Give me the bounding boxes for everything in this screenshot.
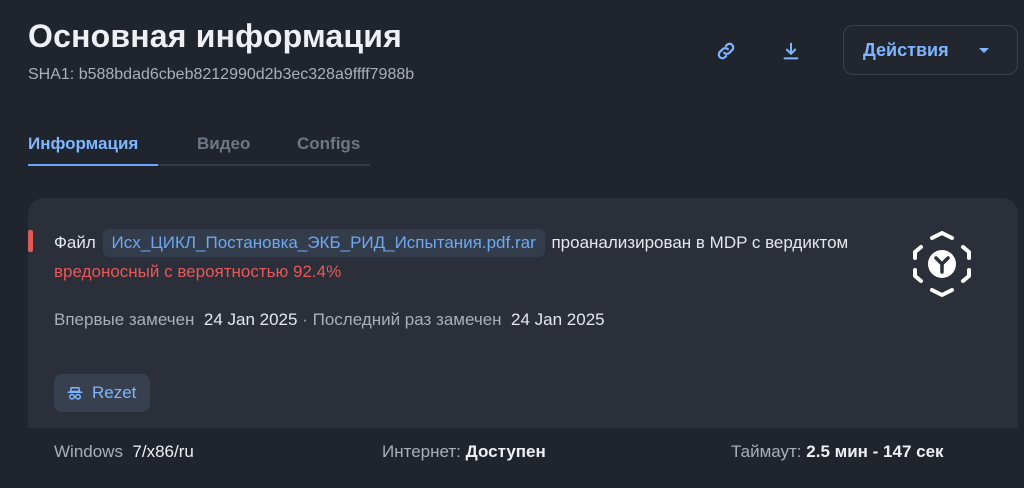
seen-separator: · — [302, 310, 308, 329]
first-seen-date: 24 Jan 2025 — [203, 310, 298, 329]
summary-prefix: Файл — [54, 233, 96, 252]
chevron-down-icon — [979, 48, 989, 53]
family-tag-label: Rezet — [92, 383, 137, 402]
tab-info[interactable]: Информация — [28, 134, 138, 154]
page-title: Основная информация — [28, 18, 403, 54]
actions-dropdown[interactable]: Действия — [843, 25, 1018, 75]
copy-link-button[interactable] — [711, 36, 741, 66]
download-button[interactable] — [776, 36, 806, 66]
active-tab-indicator — [28, 164, 158, 166]
analysis-card: Файл Исх_ЦИКЛ_Постановка_ЭКБ_РИД_Испытан… — [28, 198, 1018, 488]
analysis-summary: Файл Исх_ЦИКЛ_Постановка_ЭКБ_РИД_Испытан… — [54, 228, 884, 286]
last-seen-date: 24 Jan 2025 — [511, 310, 605, 329]
environment-bar: Windows 7/x86/ru Интернет: Доступен Тайм… — [28, 428, 1018, 488]
last-seen-label: Последний раз замечен — [312, 310, 502, 329]
first-seen-label: Впервые замечен — [54, 310, 195, 329]
spy-icon — [67, 387, 83, 400]
env-internet: Интернет: Доступен — [382, 442, 546, 462]
sha1-hash: SHA1: b588bdad6cbeb8212990d2b3ec328a9fff… — [28, 66, 415, 83]
family-tag[interactable]: Rezet — [54, 374, 151, 412]
env-os-value: 7/x86/ru — [132, 442, 194, 461]
actions-label: Действия — [863, 39, 949, 60]
file-name-link[interactable]: Исх_ЦИКЛ_Постановка_ЭКБ_РИД_Испытания.pd… — [102, 229, 545, 257]
link-icon — [717, 42, 735, 60]
env-timeout-label: Таймаут: — [731, 442, 802, 461]
env-internet-value: Доступен — [465, 442, 546, 461]
env-internet-label: Интернет: — [382, 442, 461, 461]
env-timeout-value: 2.5 мин - 147 сек — [806, 442, 944, 461]
tab-video[interactable]: Видео — [197, 134, 250, 154]
seen-dates: Впервые замечен 24 Jan 2025 · Последний … — [54, 310, 605, 330]
env-timeout: Таймаут: 2.5 мин - 147 сек — [731, 442, 944, 462]
tab-bar: Информация Видео Configs — [28, 130, 370, 166]
verdict-text: вредоносный с вероятностью 92.4% — [54, 262, 342, 281]
summary-middle: проанализирован в MDP с вердиктом — [551, 233, 849, 252]
tab-configs[interactable]: Configs — [297, 134, 360, 154]
download-icon — [783, 42, 799, 60]
verdict-indicator — [28, 230, 33, 252]
sandbox-icon — [913, 231, 971, 297]
env-os: Windows 7/x86/ru — [54, 442, 194, 462]
env-os-label: Windows — [54, 442, 123, 461]
